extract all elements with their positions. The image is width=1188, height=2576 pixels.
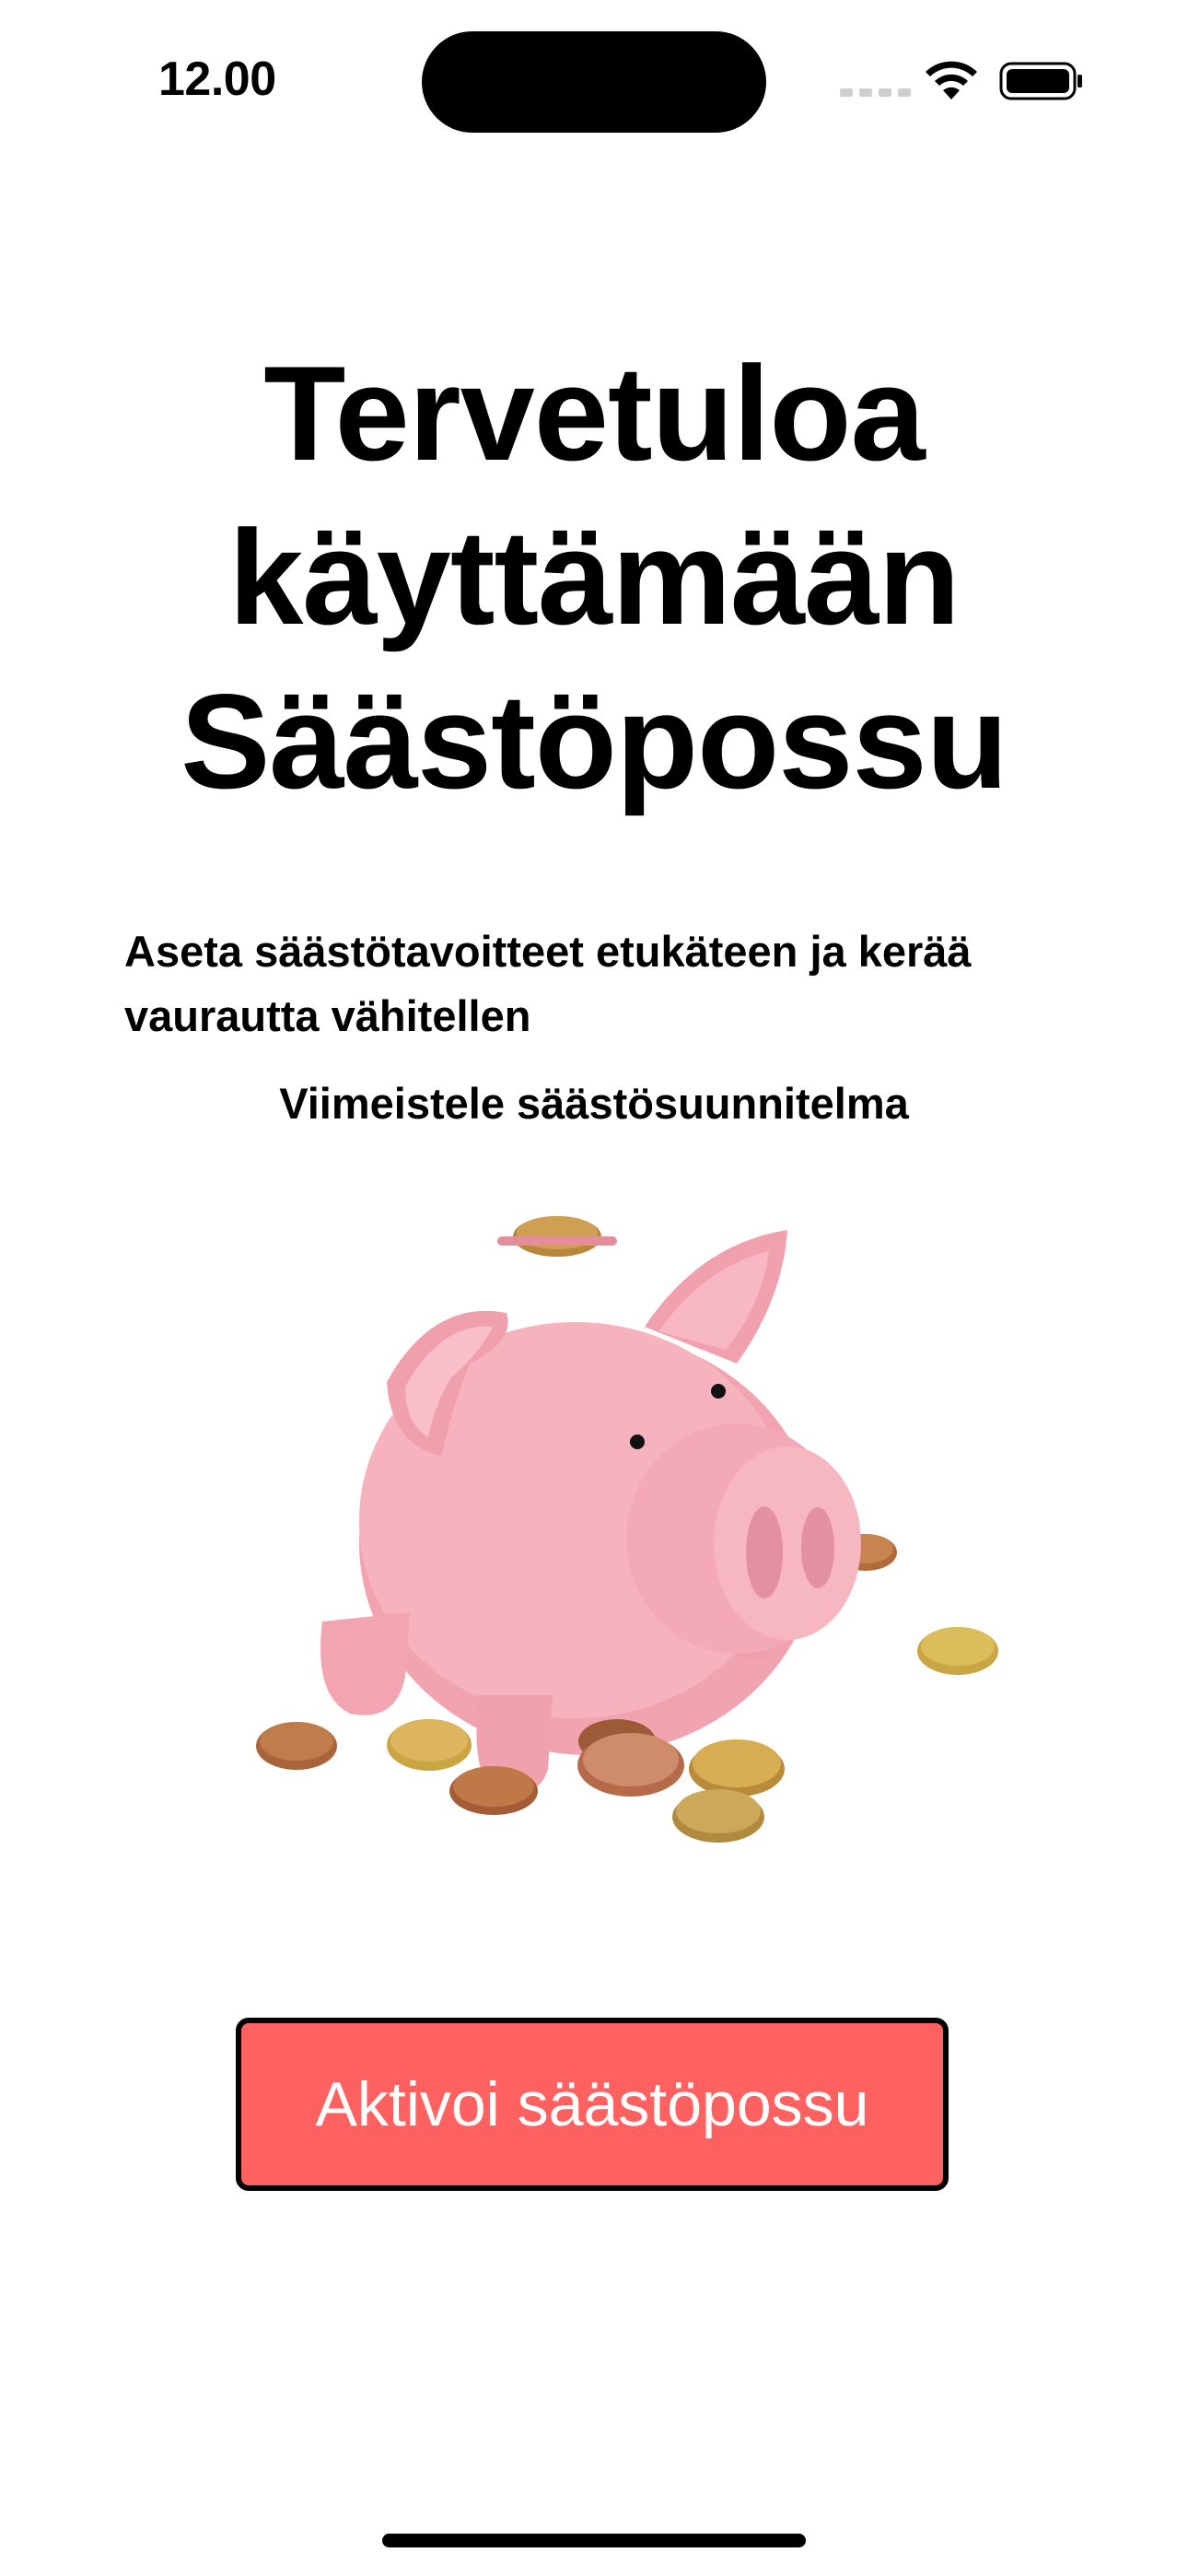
dynamic-island <box>422 31 766 133</box>
welcome-title-line: käyttämään <box>228 502 960 652</box>
status-time: 12.00 <box>158 53 276 106</box>
welcome-title-line: Tervetuloa <box>263 338 926 488</box>
home-indicator[interactable] <box>382 2534 806 2547</box>
cellular-signal-icon <box>840 88 911 97</box>
finalize-plan-label: Viimeistele säästösuunnitelma <box>279 1079 909 1128</box>
piggy-bank-illustration <box>256 1216 998 1843</box>
welcome-title: Tervetuloa käyttämään Säästöpossu <box>0 332 1188 824</box>
battery-icon <box>999 62 1082 100</box>
welcome-title-line: Säästöpossu <box>181 666 1008 816</box>
status-bar: 12.00 <box>0 0 1188 157</box>
welcome-description: Aseta säästötavoitteet etukäteen ja kerä… <box>124 927 972 1040</box>
activate-button[interactable]: Aktivoi säästöpossu <box>236 2018 949 2191</box>
wifi-icon <box>926 61 977 100</box>
